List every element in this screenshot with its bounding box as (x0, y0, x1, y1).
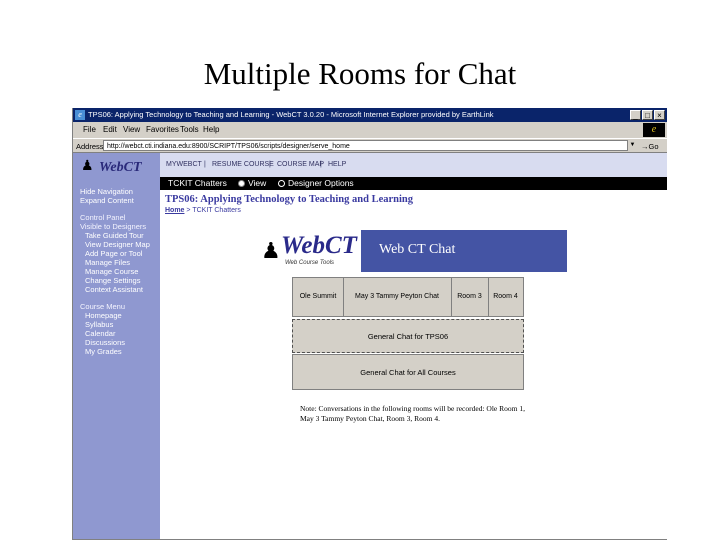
address-dropdown-icon[interactable]: ▼ (627, 140, 637, 151)
sidebar-item-manage-course[interactable]: Manage Course (85, 267, 138, 276)
view-radio-icon[interactable] (238, 180, 245, 187)
browser-throbber-icon: e (643, 123, 665, 137)
chat-banner: ♟ WebCT Web Course Tools Web CT Chat (255, 230, 567, 272)
sidebar-item-view-designer-map[interactable]: View Designer Map (85, 240, 150, 249)
window-titlebar: e TPS06: Applying Technology to Teaching… (73, 108, 667, 122)
minimize-button[interactable]: _ (630, 110, 641, 120)
menu-file[interactable]: File (83, 122, 96, 138)
webct-logo-icon: ♟ (81, 157, 94, 173)
top-navigation: MYWEBCT | RESUME COURSE | COURSE MAP | H… (160, 153, 667, 177)
designer-radio-icon[interactable] (278, 180, 285, 187)
webct-figure-icon: ♟ (261, 238, 281, 263)
main-content: TPS06: Applying Technology to Teaching a… (160, 190, 667, 540)
address-input[interactable]: http://webct.cti.indiana.edu:8900/SCRIPT… (103, 140, 635, 151)
breadcrumb-home[interactable]: Home (165, 207, 184, 214)
menu-help[interactable]: Help (203, 122, 219, 138)
breadcrumb-separator: > (186, 207, 191, 214)
window-title: TPS06: Applying Technology to Teaching a… (88, 110, 494, 119)
course-sidebar: ♟ WebCT Hide Navigation Expand Content Con… (73, 153, 160, 540)
all-courses-chat-button[interactable]: General Chat for All Courses (292, 354, 524, 390)
sidebar-item-context-assistant[interactable]: Context Assistant (85, 285, 143, 294)
nav-separator: | (204, 161, 206, 168)
sidebar-heading-course-menu[interactable]: Course Menu (80, 302, 125, 311)
banner-tagline: Web Course Tools (285, 260, 335, 266)
window-controls: _ □ × (630, 110, 665, 120)
sidebar-item-calendar[interactable]: Calendar (85, 329, 115, 338)
breadcrumb-current: TCKIT Chatters (192, 207, 241, 214)
view-mode[interactable]: View (238, 177, 266, 190)
banner-logo: ♟ WebCT Web Course Tools (255, 230, 361, 272)
banner-logo-text: WebCT (281, 232, 357, 259)
nav-mywebct[interactable]: MYWEBCT (166, 153, 202, 177)
sidebar-heading-control-panel[interactable]: Control Panel (80, 213, 125, 222)
room-button-1[interactable]: Ole Summit (293, 278, 344, 316)
address-label: Address (76, 142, 104, 151)
mode-bar: TCKIT Chatters View Designer Options (160, 177, 667, 190)
sidebar-item-take-guided-tour[interactable]: Take Guided Tour (85, 231, 144, 240)
nav-separator: | (320, 161, 322, 168)
webct-logo: ♟ WebCT (79, 157, 155, 179)
sidebar-item-expand-content[interactable]: Expand Content (80, 196, 134, 205)
view-mode-label: View (248, 178, 267, 188)
go-button[interactable]: →Go (641, 139, 659, 154)
ie-icon: e (75, 110, 85, 120)
menu-edit[interactable]: Edit (103, 122, 117, 138)
sidebar-item-add-page-or-tool[interactable]: Add Page or Tool (85, 249, 142, 258)
room-button-4[interactable]: Room 4 (488, 278, 523, 316)
designer-mode-label: Designer Options (288, 178, 354, 188)
sidebar-item-my-grades[interactable]: My Grades (85, 347, 122, 356)
recording-note: Note: Conversations in the following roo… (300, 404, 525, 423)
menu-view[interactable]: View (123, 122, 140, 138)
slide-title: Multiple Rooms for Chat (203, 56, 517, 91)
address-bar: Address http://webct.cti.indiana.edu:890… (73, 138, 667, 153)
nav-course-map[interactable]: COURSE MAP (277, 153, 324, 177)
browser-screenshot: e TPS06: Applying Technology to Teaching… (72, 108, 667, 540)
banner-title: Web CT Chat (379, 242, 456, 257)
maximize-button[interactable]: □ (642, 110, 653, 120)
sidebar-item-discussions[interactable]: Discussions (85, 338, 125, 347)
chat-rooms-row: Ole Summit May 3 Tammy Peyton Chat Room … (292, 277, 524, 317)
sidebar-item-change-settings[interactable]: Change Settings (85, 276, 140, 285)
breadcrumb: Home > TCKIT Chatters (165, 207, 241, 214)
tool-tab-label: TCKIT Chatters (168, 178, 227, 188)
menu-favorites[interactable]: Favorites (146, 122, 179, 138)
designer-mode[interactable]: Designer Options (278, 177, 354, 190)
nav-help[interactable]: HELP (328, 153, 346, 177)
sidebar-heading-visible-to-designers: Visible to Designers (80, 222, 147, 231)
menu-tools[interactable]: Tools (180, 122, 199, 138)
menu-bar: File Edit View Favorites Tools Help e (73, 122, 667, 138)
room-button-3[interactable]: Room 3 (451, 278, 489, 316)
sidebar-item-hide-navigation[interactable]: Hide Navigation (80, 187, 133, 196)
sidebar-item-manage-files[interactable]: Manage Files (85, 258, 130, 267)
sidebar-item-homepage[interactable]: Homepage (85, 311, 122, 320)
course-title: TPS06: Applying Technology to Teaching a… (165, 194, 413, 205)
nav-separator: | (269, 161, 271, 168)
webct-logo-text: WebCT (99, 160, 142, 175)
close-button[interactable]: × (654, 110, 665, 120)
course-chat-button[interactable]: General Chat for TPS06 (292, 319, 524, 353)
nav-resume-course[interactable]: RESUME COURSE (212, 153, 274, 177)
sidebar-item-syllabus[interactable]: Syllabus (85, 320, 113, 329)
room-button-2[interactable]: May 3 Tammy Peyton Chat (343, 278, 452, 316)
